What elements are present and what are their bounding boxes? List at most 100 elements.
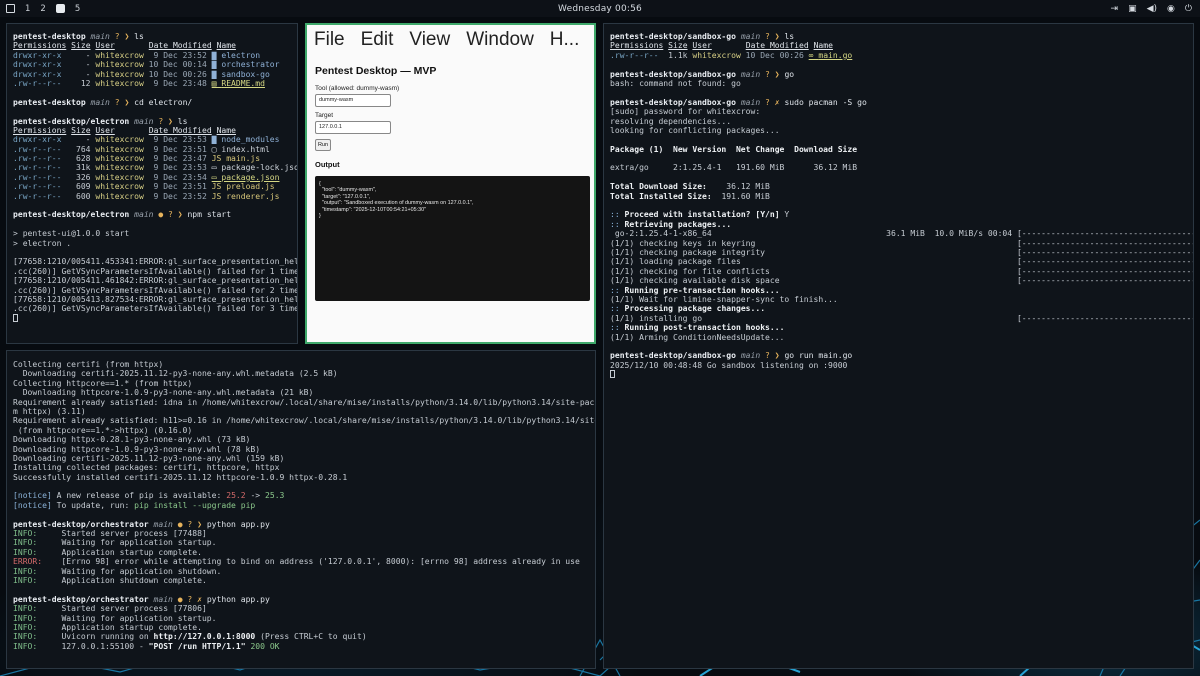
page-title: Pentest Desktop — MVP [315,65,437,77]
terminal-line: (1/1) checking keys in keyring [--------… [610,239,1193,248]
terminal-text: README.md [221,78,265,88]
run-button[interactable]: Run [315,139,331,151]
terminal-text: ∞ [808,50,819,60]
terminal-text: Downloading certifi-2025.11.12-py3-none-… [13,453,285,463]
terminal-line: INFO: Waiting for application shutdown. [13,567,595,576]
terminal-line: drwxr-xr-x - whitexcrow 9 Dec 23:53 ▇ no… [13,135,297,144]
menu-edit[interactable]: Edit [361,29,394,55]
terminal-text: (1/1) checking available disk space [---… [610,276,1194,286]
menu-help[interactable]: H... [550,29,580,55]
power-icon[interactable]: ⏻ [1185,4,1192,14]
terminal-text: npm start [187,210,232,220]
terminal-text: ▇ node_modules [211,135,280,145]
terminal-line: :: Proceed with installation? [Y/n] Y [610,210,1193,219]
terminal-text: ls [784,32,795,41]
terminal-line: 2025/12/10 00:48:48 Go sandbox listening… [610,361,1193,370]
terminal-line: (1/1) checking for file conflicts [-----… [610,267,1193,276]
terminal-line: > electron . [13,239,297,248]
terminal-text: :: [610,285,625,295]
terminal-text: [sudo] password for whitexcrow: [610,107,761,117]
terminal-text: Permissions [610,41,664,51]
terminal-text: INFO: [13,575,38,585]
terminal-text: (1/1) Arming ConditionNeedsUpdate... [610,332,785,342]
launcher-icon[interactable] [6,4,15,13]
terminal-text: ? ❯ [760,32,785,41]
workspace-2[interactable]: 2 [40,4,45,14]
terminal-text: 9 Dec 23:53 [143,163,212,173]
volume-icon[interactable]: ◀) [1147,4,1157,14]
clock[interactable]: Wednesday 00:56 [0,4,1200,14]
terminal-text: Requirement already satisfied: h11>=0.16… [13,416,596,426]
terminal-text: INFO: [13,604,38,614]
output-panel: { "tool": "dummy-wasm", "target": "127.0… [315,176,590,301]
terminal-text: Name [216,41,236,51]
workspace-active[interactable] [55,4,65,13]
terminal-text: [Errno 98] error while attempting to bin… [42,557,580,567]
wifi-icon[interactable]: ◉ [1167,4,1175,14]
terminal-text: - [61,135,96,145]
terminal-text: INFO: [13,622,38,632]
workspace-5[interactable]: 5 [75,4,80,14]
target-input[interactable]: 127.0.0.1 [315,121,391,134]
terminal-line: [77658:1210/005413.827534:ERROR:gl_surfa… [13,295,297,304]
terminal-text: ▇ electron [211,50,261,60]
terminal-text: .rw-r--r-- [610,50,659,60]
menu-file[interactable]: File [314,29,345,55]
terminal-electron[interactable]: pentest-desktop main ? ❯ ls Permissions S… [6,23,298,344]
terminal-text: To update, run: [51,500,135,510]
terminal-text: whitexcrow [95,78,144,88]
logout-icon[interactable]: ⇥ [1111,4,1119,14]
terminal-line: .cc(260)] GetVSyncParametersIfAvailable(… [13,267,297,276]
terminal-text: (1/1) checking package integrity [------… [610,247,1194,257]
menu-view[interactable]: View [409,29,450,55]
tool-input[interactable]: dummy-wasm [315,94,391,107]
terminal-text: drwxr-xr-x [13,50,62,60]
terminal-line: [notice] A new release of pip is availab… [13,491,595,500]
terminal-text: cd electron/ [134,97,193,107]
terminal-line: INFO: Uvicorn running on http://127.0.0.… [13,632,595,641]
terminal-text: pentest-desktop/sandbox-go [610,69,741,79]
terminal-text: INFO: [13,641,38,651]
terminal-text: Name [813,41,833,51]
terminal-text: [77658:1210/005411.461842:ERROR:gl_surfa… [13,276,298,286]
workspace-1[interactable]: 1 [25,4,30,14]
terminal-text: JS main.js [211,154,261,164]
terminal-text: (1/1) installing go [-------------------… [610,313,1194,323]
terminal-text: ▤ [211,78,222,88]
terminal-text: (1/1) loading package files [-----------… [610,257,1194,267]
terminal-text: pentest-desktop/sandbox-go [610,97,741,107]
terminal-line: pentest-desktop/sandbox-go main ? ❯ go r… [610,351,1193,360]
terminal-line: go-2:1.25.4-1-x86_64 36.1 MiB 10.0 MiB/s… [610,229,1193,238]
terminal-cursor [13,313,18,322]
menu-window[interactable]: Window [466,29,534,55]
terminal-line: Downloading certifi-2025.11.12-py3-none-… [13,369,595,378]
terminal-text: ? ❯ [109,32,135,41]
terminal-text: python app.py [206,519,270,529]
tool-label: Tool (allowed: dummy-wasm) [315,85,400,92]
terminal-text: Processing package changes... [624,304,766,314]
terminal-text: User [95,41,115,51]
terminal-text: Downloading httpcore-1.0.9-py3-none-any.… [13,388,314,398]
terminal-text: 25.3 [265,491,285,501]
terminal-cursor [610,370,615,379]
terminal-text: Application shutdown complete. [37,575,207,585]
terminal-text: 9 Dec 23:52 [143,191,212,201]
terminal-sandbox-go[interactable]: pentest-desktop/sandbox-go main ? ❯ ls Pe… [603,23,1194,669]
terminal-orchestrator[interactable]: Collecting certifi (from httpx) Download… [6,350,596,669]
terminal-text: Downloading certifi-2025.11.12-py3-none-… [13,369,338,379]
terminal-line: [77658:1210/005411.461842:ERROR:gl_surfa… [13,276,297,285]
updates-icon[interactable]: ▣ [1128,4,1137,14]
terminal-line: INFO: Started server process [77806] [13,604,595,613]
terminal-text: Successfully installed certifi-2025.11.1… [13,472,348,482]
terminal-text: 9 Dec 23:53 [143,135,212,145]
terminal-line: Collecting httpcore==1.* (from httpx) [13,379,595,388]
terminal-text: notice [17,491,47,501]
terminal-line: Downloading httpcore-1.0.9-py3-none-any.… [13,388,595,397]
terminal-text: Size [668,41,688,51]
